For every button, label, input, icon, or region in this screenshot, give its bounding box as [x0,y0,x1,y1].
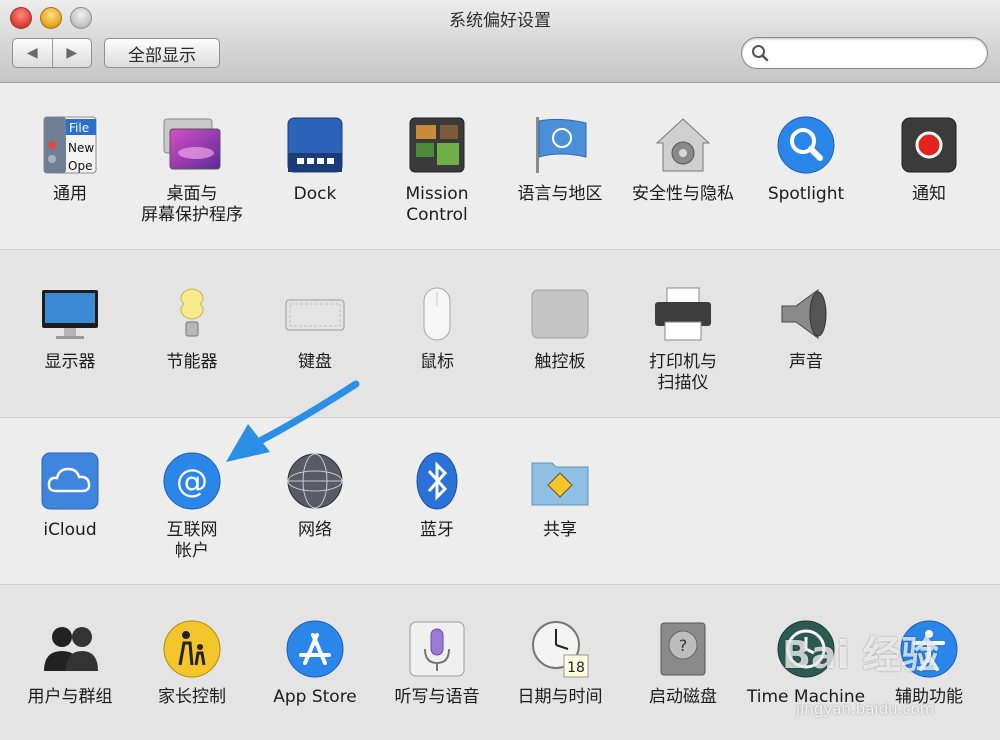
system-preferences-window: 系统偏好设置 ◀ ▶ 全部显示 File New Ope 通用 桌面与 屏幕保护… [0,0,1000,740]
watermark-url: jingyan.baidu.com [796,700,935,718]
watermark: Bai 经验 jingyan.baidu.com [746,618,996,738]
watermark-brand: Bai 经验 [782,633,939,677]
